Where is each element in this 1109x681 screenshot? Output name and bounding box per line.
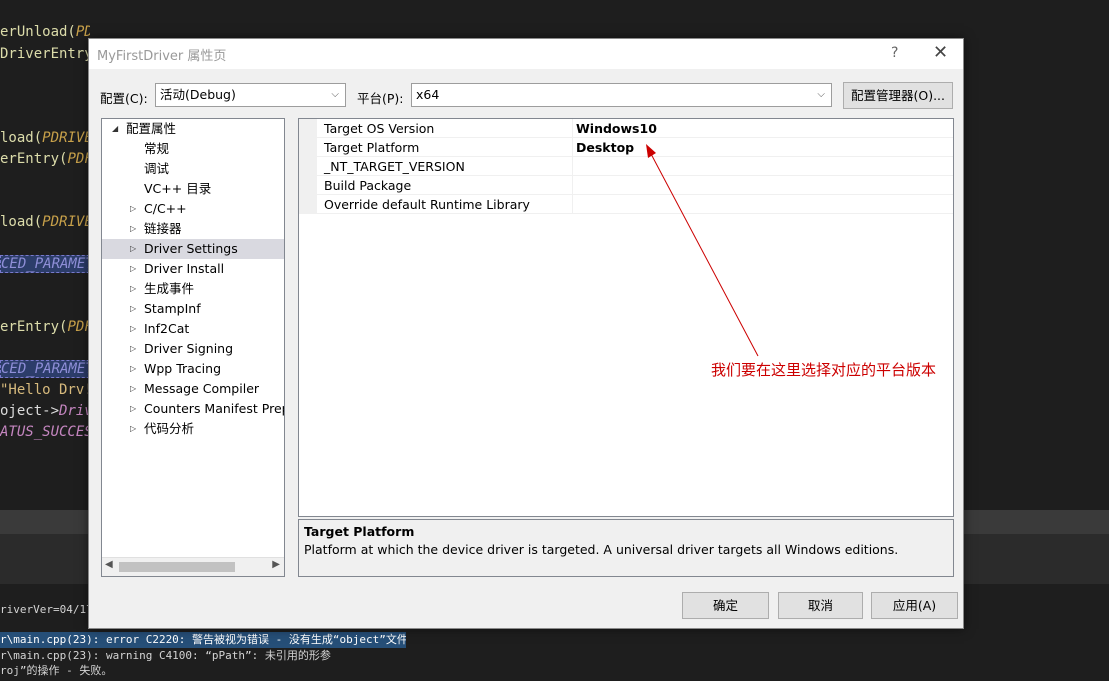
annotation-arrow — [646, 144, 759, 357]
annotation-arrow-line — [649, 151, 759, 357]
annotation-text: 我们要在这里选择对应的平台版本 — [711, 361, 937, 379]
annotation-arrow-head — [646, 144, 656, 158]
